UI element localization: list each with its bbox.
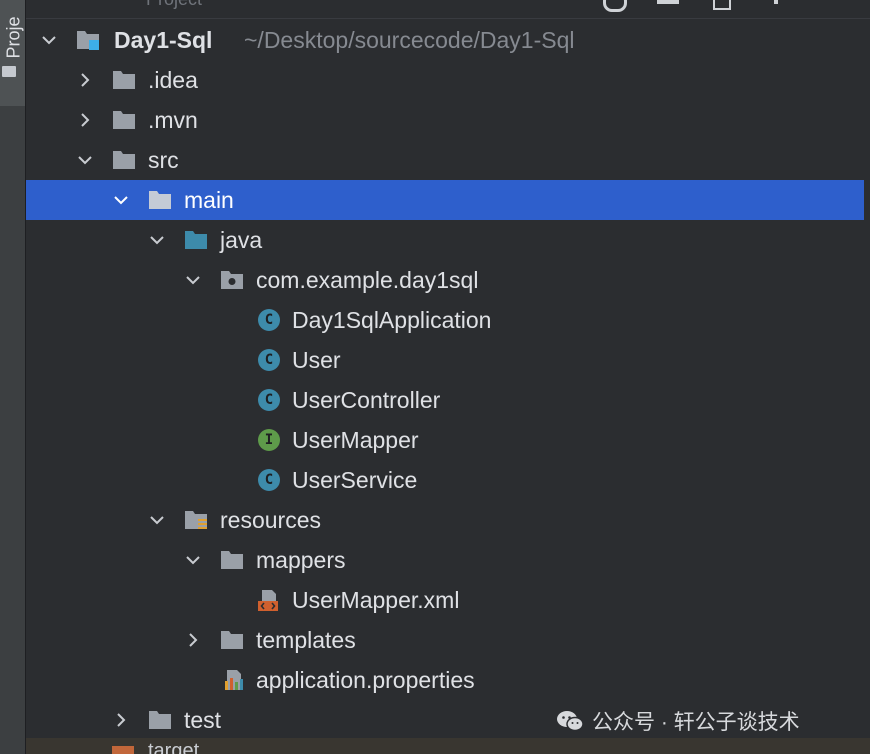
source-folder-icon: [184, 229, 208, 251]
xml-file-icon: [256, 589, 280, 611]
chevron-right-icon[interactable]: [184, 631, 202, 649]
tree-node-label: UserMapper.xml: [292, 587, 460, 613]
wechat-icon: [557, 711, 584, 732]
more-icon[interactable]: [774, 0, 778, 4]
tree-node-label: target: [148, 740, 200, 754]
package-icon: [220, 269, 244, 291]
tree-node-label: templates: [256, 627, 356, 653]
tree-node-label: com.example.day1sql: [256, 267, 479, 293]
folder-icon: [148, 189, 172, 211]
tree-node-xml-file[interactable]: UserMapper.xml: [26, 580, 864, 620]
tree-node-package[interactable]: com.example.day1sql: [26, 260, 864, 300]
tree-node-class[interactable]: C UserController: [26, 380, 864, 420]
tree-node-target-partial[interactable]: target: [26, 738, 870, 754]
project-tab-label: Proje: [3, 16, 24, 59]
tree-node-label: src: [148, 147, 179, 173]
excluded-folder-icon: [112, 746, 134, 754]
tree-node-properties-file[interactable]: application.properties: [26, 660, 864, 700]
class-icon: C: [258, 309, 280, 331]
tree-node-day1-sql[interactable]: Day1-Sql ~/Desktop/sourcecode/Day1-Sql: [26, 20, 864, 60]
tree-node-label: Day1SqlApplication: [292, 307, 492, 333]
tool-window-title: Project: [146, 0, 202, 10]
tree-node-label: UserController: [292, 387, 441, 413]
chevron-down-icon[interactable]: [148, 511, 166, 529]
tree-node-label: test: [184, 707, 222, 733]
left-tool-stripe: Proje: [0, 0, 26, 754]
options-icon[interactable]: [713, 0, 731, 10]
tree-node-idea[interactable]: .idea: [26, 60, 864, 100]
project-tool-window: Proje Project Day1-Sql ~/Desktop/sourcec…: [0, 0, 870, 754]
tree-node-templates[interactable]: templates: [26, 620, 864, 660]
module-folder-icon: [76, 29, 100, 51]
tool-window-header: Project: [26, 0, 870, 19]
tree-node-label: resources: [220, 507, 321, 533]
tree-node-label: UserService: [292, 467, 418, 493]
chevron-down-icon[interactable]: [112, 191, 130, 209]
interface-icon: I: [258, 429, 280, 451]
resources-folder-icon: [184, 509, 208, 531]
class-icon: C: [258, 349, 280, 371]
folder-icon: [112, 109, 136, 131]
folder-icon: [220, 629, 244, 651]
collapse-all-icon[interactable]: [657, 0, 679, 4]
folder-icon: [220, 549, 244, 571]
chevron-down-icon[interactable]: [184, 271, 202, 289]
tree-node-label: UserMapper: [292, 427, 419, 453]
folder-icon: [148, 709, 172, 731]
tree-node-class[interactable]: C Day1SqlApplication: [26, 300, 864, 340]
chevron-down-icon[interactable]: [40, 31, 58, 49]
locate-icon[interactable]: [603, 0, 627, 12]
tree-node-label: java: [220, 227, 263, 253]
tree-node-label: mappers: [256, 547, 346, 573]
chevron-right-icon[interactable]: [76, 71, 94, 89]
tree-node-interface[interactable]: I UserMapper: [26, 420, 864, 460]
tree-node-class[interactable]: C User: [26, 340, 864, 380]
watermark: 公众号 · 轩公子谈技术: [556, 706, 800, 736]
chevron-down-icon[interactable]: [184, 551, 202, 569]
chevron-right-icon[interactable]: [76, 111, 94, 129]
tree-node-mappers[interactable]: mappers: [26, 540, 864, 580]
folder-icon: [112, 149, 136, 171]
tree-node-src[interactable]: src: [26, 140, 864, 180]
tree-node-label: User: [292, 347, 341, 373]
folder-icon: [2, 66, 16, 77]
tree-node-label: application.properties: [256, 667, 475, 693]
project-tab[interactable]: Proje: [0, 0, 25, 106]
tree-node-label: Day1-Sql: [114, 27, 213, 53]
folder-icon: [112, 69, 136, 91]
tree-node-resources[interactable]: resources: [26, 500, 864, 540]
tree-node-label: main: [184, 187, 234, 213]
tree-node-main[interactable]: main: [26, 180, 864, 220]
tree-node-class[interactable]: C UserService: [26, 460, 864, 500]
chevron-down-icon[interactable]: [76, 151, 94, 169]
chevron-right-icon[interactable]: [112, 711, 130, 729]
tree-node-java[interactable]: java: [26, 220, 864, 260]
watermark-text: 公众号 · 轩公子谈技术: [592, 711, 800, 734]
class-icon: C: [258, 389, 280, 411]
module-path-hint: ~/Desktop/sourcecode/Day1-Sql: [244, 27, 575, 53]
tree-node-label: .mvn: [148, 107, 198, 133]
class-icon: C: [258, 469, 280, 491]
properties-file-icon: [222, 669, 246, 691]
tree-node-label: .idea: [148, 67, 198, 93]
chevron-down-icon[interactable]: [148, 231, 166, 249]
tree-node-mvn[interactable]: .mvn: [26, 100, 864, 140]
